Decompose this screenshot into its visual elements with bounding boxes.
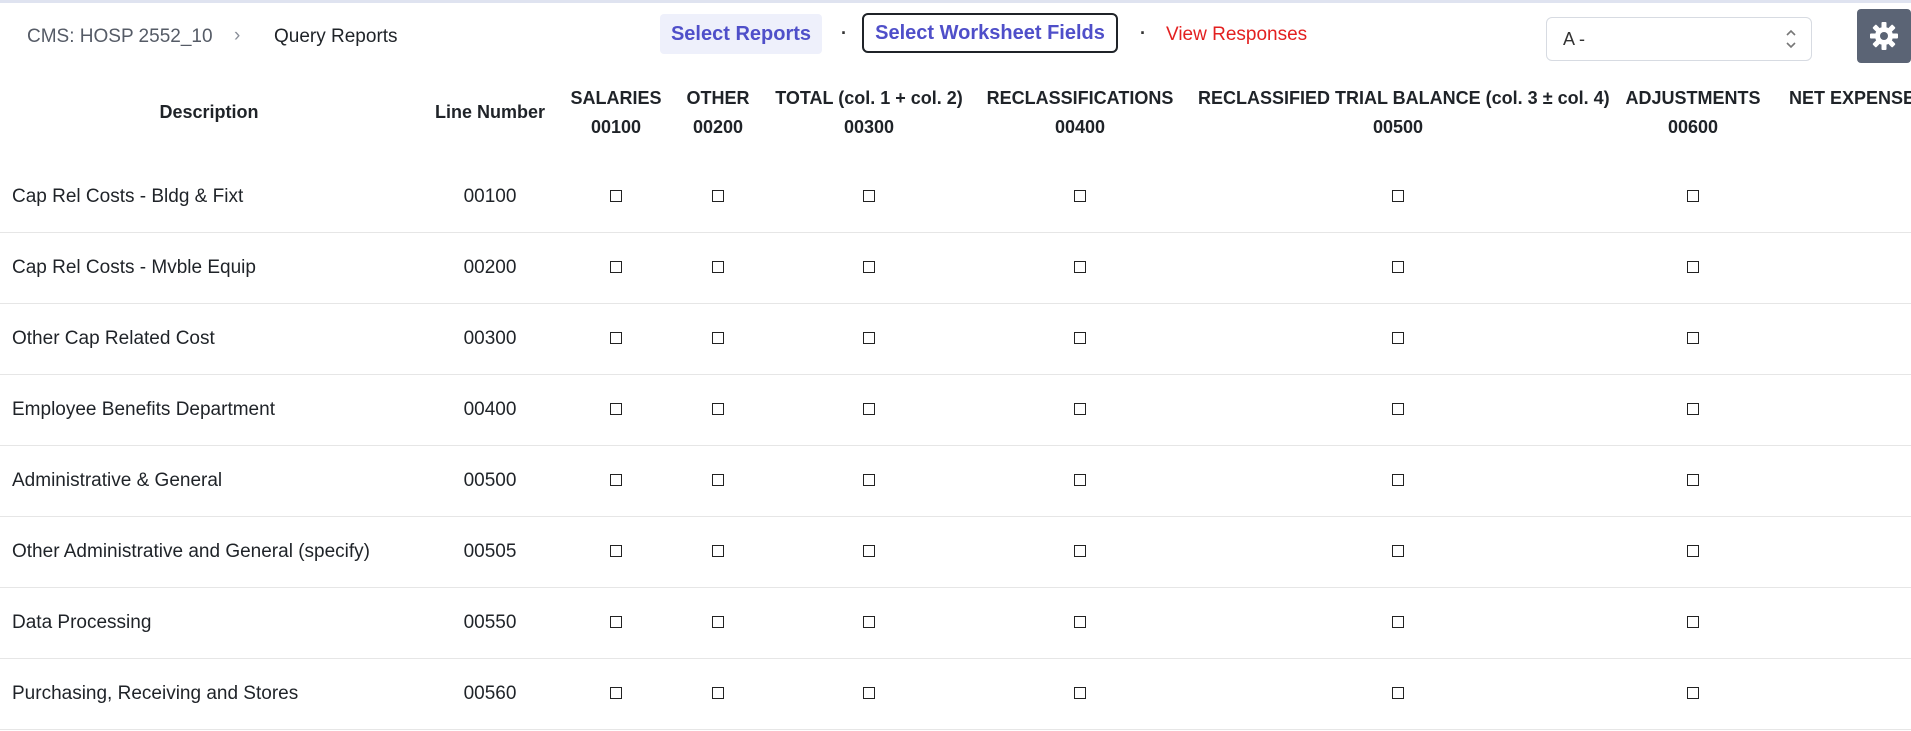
field-checkbox[interactable] <box>1392 403 1404 415</box>
chevron-up-down-icon <box>1786 29 1796 49</box>
field-checkbox[interactable] <box>863 261 875 273</box>
row-line-number: 00100 <box>463 186 517 207</box>
field-checkbox[interactable] <box>1074 403 1086 415</box>
field-checkbox[interactable] <box>863 474 875 486</box>
field-checkbox[interactable] <box>1392 687 1404 699</box>
field-checkbox[interactable] <box>1687 687 1699 699</box>
field-checkbox[interactable] <box>712 616 724 628</box>
breadcrumb-root[interactable]: CMS: HOSP 2552_10 <box>27 26 213 48</box>
field-checkbox[interactable] <box>1687 261 1699 273</box>
worksheet-select[interactable]: A - <box>1546 17 1812 61</box>
field-checkbox[interactable] <box>1687 190 1699 202</box>
field-checkbox[interactable] <box>1074 616 1086 628</box>
row-description: Other Cap Related Cost <box>12 328 215 349</box>
field-checkbox[interactable] <box>610 474 622 486</box>
field-checkbox[interactable] <box>712 261 724 273</box>
row-description: Cap Rel Costs - Mvble Equip <box>12 257 256 278</box>
field-checkbox[interactable] <box>863 687 875 699</box>
row-description: Administrative & General <box>12 470 223 491</box>
field-checkbox[interactable] <box>863 545 875 557</box>
field-checkbox[interactable] <box>1074 261 1086 273</box>
field-checkbox[interactable] <box>1392 545 1404 557</box>
row-line-number: 00500 <box>463 470 517 491</box>
table-row: Other Administrative and General (specif… <box>0 517 1911 588</box>
view-responses-link[interactable]: View Responses <box>1166 24 1307 46</box>
nav-separator: · <box>1140 23 1146 43</box>
worksheet-select-value: A - <box>1563 29 1586 49</box>
field-checkbox[interactable] <box>1392 616 1404 628</box>
field-checkbox[interactable] <box>610 616 622 628</box>
field-checkbox[interactable] <box>712 403 724 415</box>
table-row: Administrative & General 00500 <box>0 446 1911 517</box>
row-line-number: 00550 <box>463 612 517 633</box>
gear-icon <box>1870 22 1898 50</box>
table-row: Data Processing 00550 <box>0 588 1911 659</box>
field-checkbox[interactable] <box>1074 687 1086 699</box>
column-header-label: RECLASSIFICATIONS <box>986 88 1174 108</box>
column-header-description: Description <box>159 102 259 122</box>
field-checkbox[interactable] <box>712 687 724 699</box>
column-header: NET EXPENSES <box>1789 88 1911 117</box>
row-line-number: 00560 <box>463 683 517 704</box>
field-checkbox[interactable] <box>712 545 724 557</box>
table-row: Employee Benefits Department 00400 <box>0 375 1911 446</box>
field-checkbox[interactable] <box>1687 474 1699 486</box>
field-checkbox[interactable] <box>863 403 875 415</box>
field-checkbox[interactable] <box>1392 332 1404 344</box>
field-checkbox[interactable] <box>863 332 875 344</box>
column-header-label: NET EXPENSES <box>1789 88 1911 108</box>
row-description: Cap Rel Costs - Bldg & Fixt <box>12 186 244 207</box>
field-checkbox[interactable] <box>1687 616 1699 628</box>
row-line-number: 00200 <box>463 257 517 278</box>
select-reports-button[interactable]: Select Reports <box>660 14 822 54</box>
nav-separator: · <box>841 23 847 43</box>
row-line-number: 00505 <box>463 541 517 562</box>
field-checkbox[interactable] <box>610 687 622 699</box>
field-checkbox[interactable] <box>1392 474 1404 486</box>
field-checkbox[interactable] <box>1074 332 1086 344</box>
header-bar: CMS: HOSP 2552_10 › Query Reports Select… <box>0 3 1911 65</box>
field-checkbox[interactable] <box>1074 190 1086 202</box>
field-checkbox[interactable] <box>712 332 724 344</box>
row-description: Purchasing, Receiving and Stores <box>12 683 299 704</box>
field-checkbox[interactable] <box>863 190 875 202</box>
field-checkbox[interactable] <box>863 616 875 628</box>
row-description: Other Administrative and General (specif… <box>12 541 370 562</box>
table-row: Purchasing, Receiving and Stores 00560 <box>0 659 1911 730</box>
select-worksheet-fields-button[interactable]: Select Worksheet Fields <box>862 13 1118 53</box>
field-checkbox[interactable] <box>1687 332 1699 344</box>
row-line-number: 00400 <box>463 399 517 420</box>
field-checkbox[interactable] <box>610 545 622 557</box>
table-header: Description Line Number SALARIES 00100 OTH… <box>0 70 1911 160</box>
field-checkbox[interactable] <box>1392 261 1404 273</box>
field-checkbox[interactable] <box>610 332 622 344</box>
breadcrumb-current: Query Reports <box>274 26 398 47</box>
field-checkbox[interactable] <box>1687 403 1699 415</box>
settings-button[interactable] <box>1857 9 1911 63</box>
breadcrumb-chevron-icon: › <box>234 25 241 46</box>
table-row: Cap Rel Costs - Mvble Equip 00200 <box>0 233 1911 304</box>
field-checkbox[interactable] <box>1392 190 1404 202</box>
column-header-label: ADJUSTMENTS <box>1625 88 1761 108</box>
field-checkbox[interactable] <box>1074 545 1086 557</box>
column-header-code: 00600 <box>1667 117 1719 137</box>
table-row: Other Cap Related Cost 00300 <box>0 304 1911 375</box>
field-checkbox[interactable] <box>712 474 724 486</box>
field-checkbox[interactable] <box>712 190 724 202</box>
field-checkbox[interactable] <box>610 261 622 273</box>
row-line-number: 00300 <box>463 328 517 349</box>
row-description: Data Processing <box>12 612 152 633</box>
table-row: Cap Rel Costs - Bldg & Fixt 00100 <box>0 162 1911 233</box>
row-description: Employee Benefits Department <box>12 399 275 420</box>
field-checkbox[interactable] <box>1687 545 1699 557</box>
field-checkbox[interactable] <box>610 403 622 415</box>
field-checkbox[interactable] <box>610 190 622 202</box>
field-checkbox[interactable] <box>1074 474 1086 486</box>
